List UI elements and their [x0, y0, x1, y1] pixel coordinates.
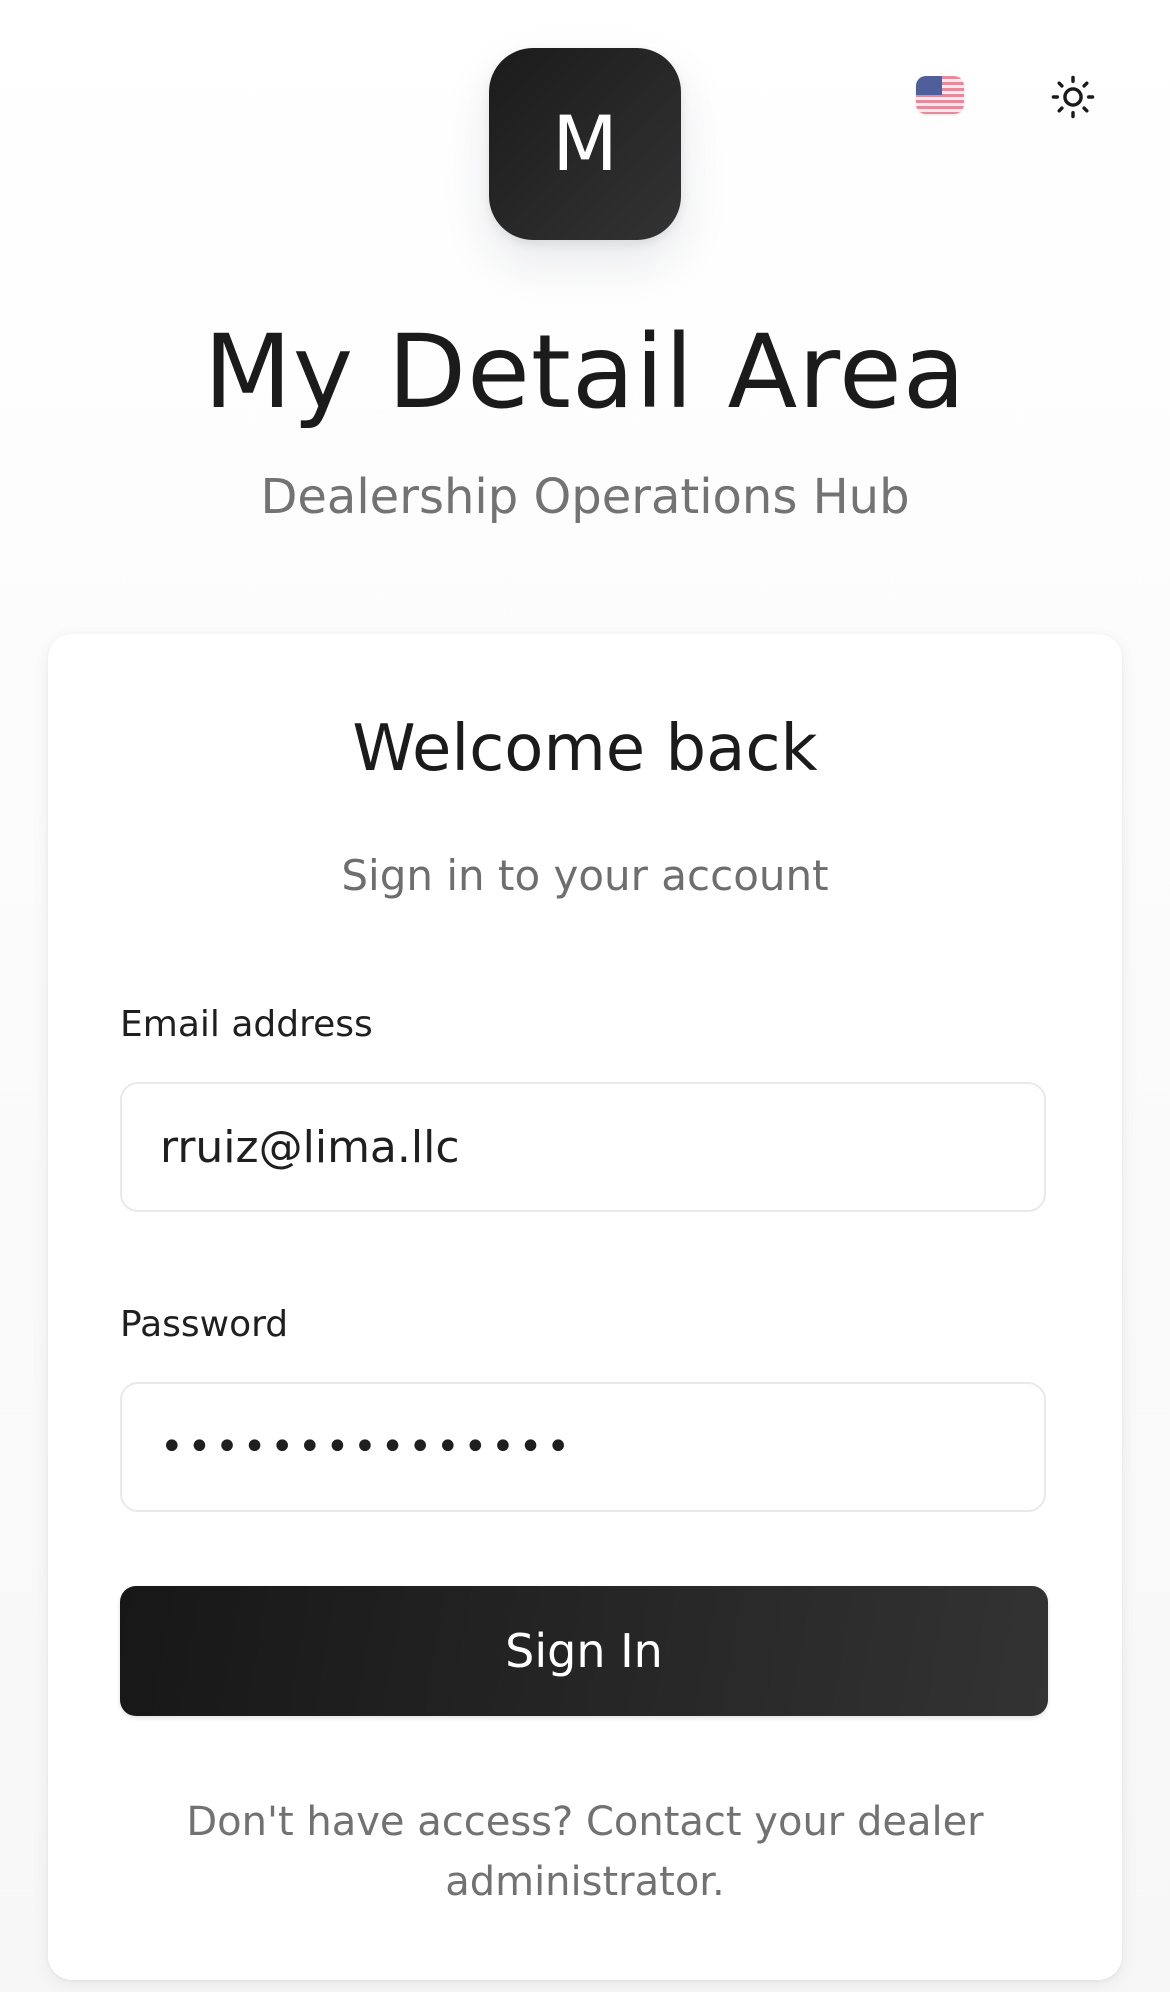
theme-toggle[interactable]: [1046, 70, 1100, 124]
app-title: My Detail Area: [203, 313, 967, 432]
password-label: Password: [120, 1304, 289, 1345]
logo-letter: M: [552, 99, 618, 188]
app-subtitle: Dealership Operations Hub: [260, 469, 910, 525]
card-subtitle: Sign in to your account: [341, 851, 829, 900]
access-help-text: Don't have access? Contact your dealer a…: [186, 1799, 984, 1905]
email-field[interactable]: [120, 1082, 1046, 1212]
us-flag-icon: [916, 76, 964, 114]
language-selector[interactable]: [914, 72, 966, 118]
card-title: Welcome back: [352, 712, 818, 786]
sun-icon: [1051, 75, 1095, 119]
login-card: Welcome back Sign in to your account Ema…: [48, 634, 1122, 1980]
email-label: Email address: [120, 1004, 373, 1045]
app-logo: M: [489, 48, 681, 240]
sign-in-button[interactable]: Sign In: [120, 1586, 1048, 1716]
password-field[interactable]: [120, 1382, 1046, 1512]
